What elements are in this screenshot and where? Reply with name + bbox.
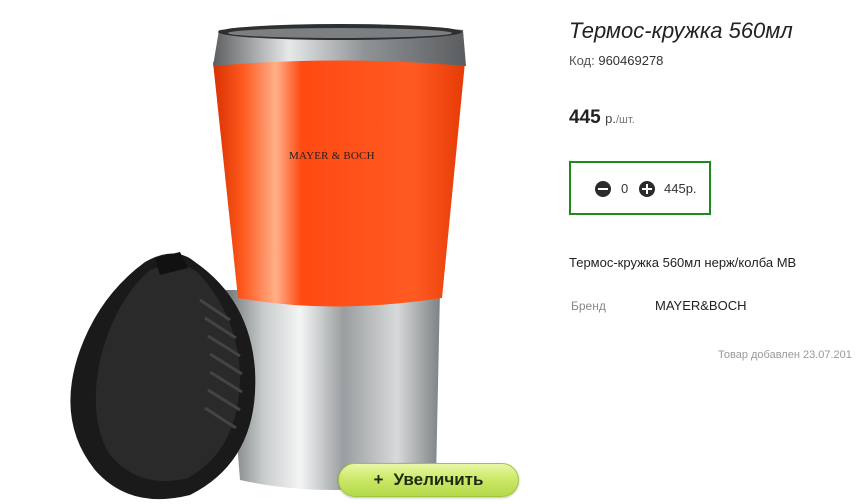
- product-code: Код: 960469278: [569, 53, 663, 68]
- quantity-total: 445р.: [664, 181, 697, 196]
- added-date: Товар добавлен 23.07.201: [718, 349, 852, 361]
- product-code-value: 960469278: [598, 53, 664, 68]
- plus-icon: +: [373, 470, 384, 489]
- mug-lid-icon: [70, 252, 256, 500]
- mug-brand-print: MAYER & BOCH: [289, 150, 375, 162]
- brand-label: Бренд: [571, 299, 606, 313]
- product-title: Термос-кружка 560мл: [569, 18, 793, 43]
- product-description: Термос-кружка 560мл нерж/колба МВ: [569, 255, 797, 270]
- product-price: 445 р./шт.: [569, 107, 635, 129]
- quantity-selector: 0 445р.: [569, 161, 711, 215]
- zoom-button-label: Увеличить: [393, 470, 484, 489]
- zoom-button[interactable]: + Увеличить: [338, 463, 519, 497]
- product-code-label: Код:: [569, 53, 595, 68]
- thermo-mug-image: [70, 24, 466, 500]
- quantity-value: 0: [621, 181, 629, 196]
- minus-icon[interactable]: [595, 181, 611, 197]
- price-unit: /шт.: [616, 114, 635, 126]
- price-value: 445: [569, 107, 601, 128]
- price-currency: р.: [605, 111, 616, 126]
- product-image[interactable]: MAYER & BOCH + Увеличить: [0, 0, 560, 504]
- plus-circle-icon[interactable]: [639, 181, 655, 197]
- brand-value: MAYER&BOCH: [655, 298, 747, 313]
